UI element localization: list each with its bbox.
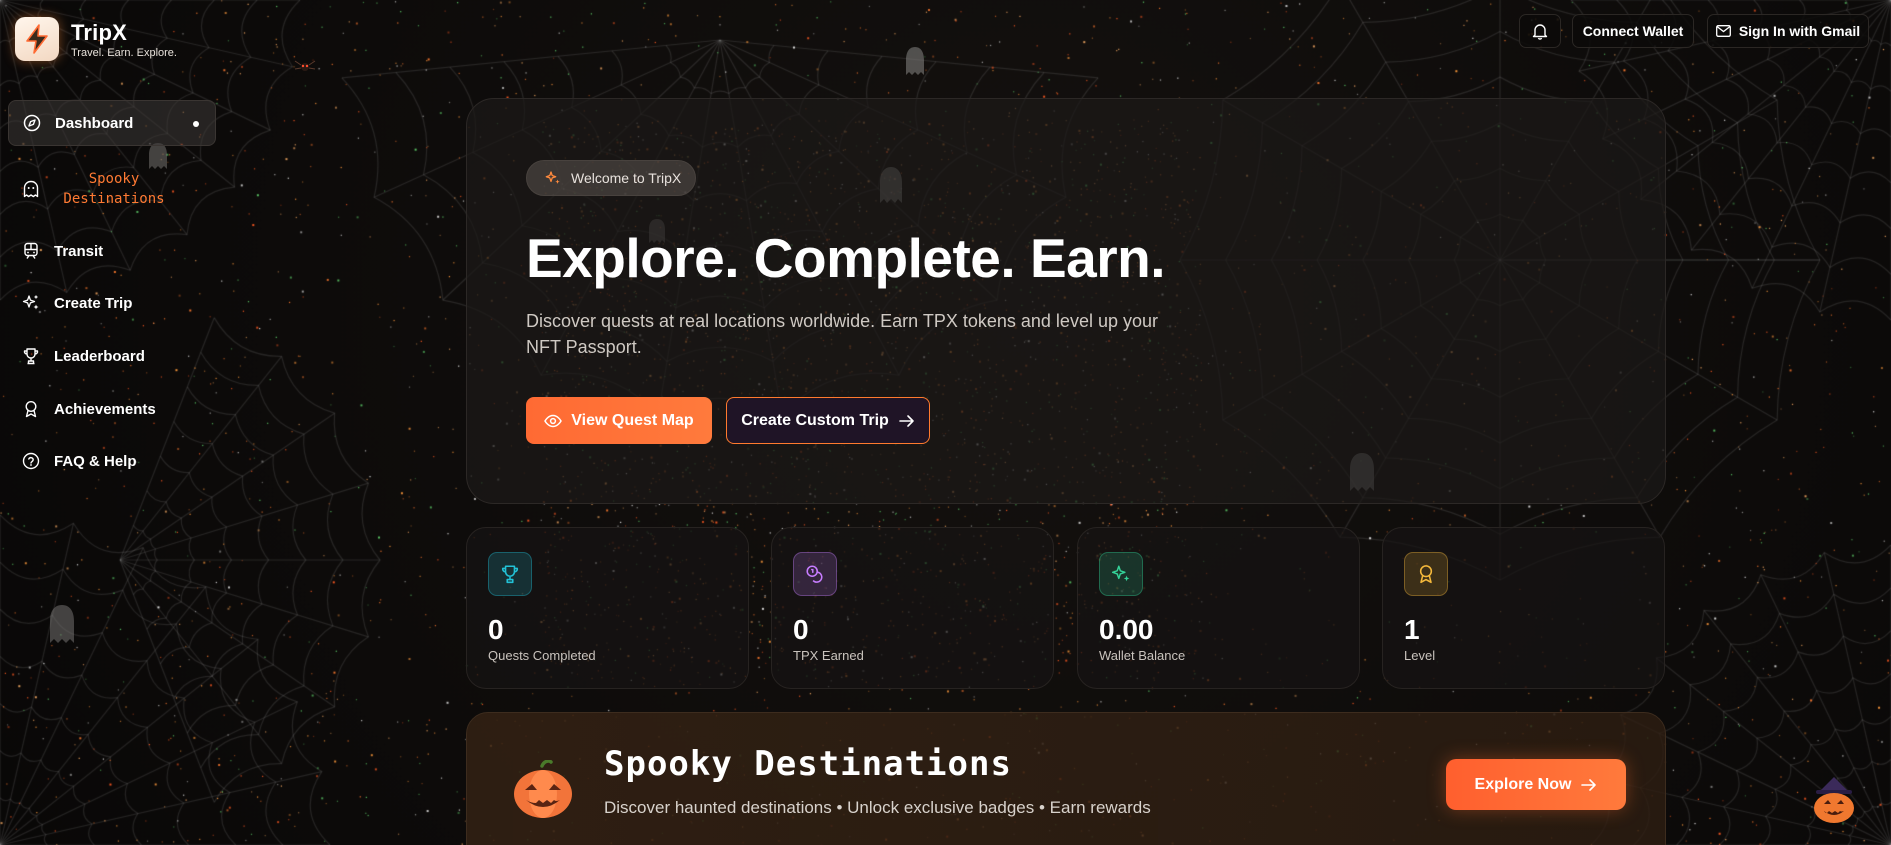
- sidebar-item-label: Achievements: [54, 400, 156, 418]
- award-icon: [1419, 565, 1433, 584]
- sidebar-item-leaderboard[interactable]: Leaderboard: [8, 333, 216, 379]
- stat-card-quests-completed: 0 Quests Completed: [466, 527, 749, 689]
- stat-value: 1: [1404, 614, 1420, 645]
- stat-value: 0.00: [1099, 614, 1154, 645]
- hero-title: Explore. Complete. Earn.: [526, 227, 1166, 289]
- hero-subtitle: Discover quests at real locations worldw…: [526, 311, 1158, 357]
- sidebar-item-label: Spooky Destinations: [63, 171, 165, 207]
- sign-in-label: Sign In with Gmail: [1738, 23, 1861, 39]
- welcome-badge: Welcome to TripX: [526, 160, 697, 196]
- stat-value: 0: [488, 614, 504, 645]
- stat-icon-box: [1404, 552, 1448, 596]
- help-circle-icon: [22, 452, 40, 470]
- sparkles-icon: [545, 171, 560, 184]
- sidebar-item-label: FAQ & Help: [54, 452, 137, 470]
- view-quest-map-button[interactable]: View Quest Map: [526, 397, 712, 444]
- notifications-button[interactable]: [1519, 14, 1561, 48]
- sidebar-item-label: Leaderboard: [54, 347, 145, 365]
- brand: TripX Travel. Earn. Explore.: [71, 20, 177, 59]
- train-icon: [24, 242, 38, 259]
- ghost-decoration-icon: [50, 605, 74, 643]
- sparkles-icon: [22, 295, 39, 310]
- stat-value: 0: [793, 614, 809, 645]
- create-custom-trip-button[interactable]: Create Custom Trip: [726, 397, 930, 444]
- spooky-banner-subtitle: Discover haunted destinations • Unlock e…: [604, 798, 1151, 817]
- lightning-bolt-icon: [26, 24, 48, 54]
- award-icon: [25, 400, 37, 418]
- active-indicator-dot: [193, 121, 199, 127]
- stat-label: Level: [1404, 648, 1436, 663]
- stat-card-level: 1 Level: [1382, 527, 1665, 689]
- eye-icon: [544, 414, 563, 427]
- trophy-icon: [501, 565, 519, 584]
- explore-now-button[interactable]: Explore Now: [1446, 759, 1626, 810]
- sidebar-item-faq-help[interactable]: FAQ & Help: [8, 438, 216, 484]
- welcome-badge-label: Welcome to TripX: [571, 170, 682, 186]
- arrow-right-icon: [1581, 778, 1597, 791]
- sign-in-gmail-button[interactable]: Sign In with Gmail: [1707, 14, 1869, 48]
- sidebar-item-label: Dashboard: [55, 114, 134, 132]
- explore-now-label: Explore Now: [1474, 775, 1572, 793]
- pumpkin-icon: [514, 760, 572, 818]
- brand-tagline: Travel. Earn. Explore.: [71, 47, 177, 59]
- mail-icon: [1715, 25, 1731, 37]
- view-quest-map-label: View Quest Map: [571, 411, 694, 429]
- pumpkin-witch-mascot-icon[interactable]: [1811, 776, 1857, 824]
- sidebar-item-label: Transit: [54, 242, 104, 260]
- sidebar-item-spooky-destinations[interactable]: Spooky Destinations: [8, 164, 216, 214]
- ghost-icon: [23, 180, 39, 198]
- stat-icon-box: [1099, 552, 1143, 596]
- stat-label: TPX Earned: [793, 648, 864, 663]
- tripx-logo[interactable]: [15, 17, 59, 61]
- coins-icon: [806, 565, 823, 583]
- create-custom-trip-label: Create Custom Trip: [741, 411, 889, 429]
- spooky-banner-title: Spooky Destinations: [604, 744, 1012, 784]
- stat-icon-box: [488, 552, 532, 596]
- sidebar-item-create-trip[interactable]: Create Trip: [8, 280, 216, 326]
- stat-label: Wallet Balance: [1099, 648, 1186, 663]
- ghost-decoration-icon: [906, 47, 924, 75]
- bell-icon: [1532, 23, 1548, 40]
- brand-name: TripX: [71, 20, 128, 45]
- sidebar-item-dashboard[interactable]: Dashboard: [8, 100, 216, 146]
- connect-wallet-button[interactable]: Connect Wallet: [1572, 14, 1694, 48]
- stat-card-tpx-earned: 0 TPX Earned: [771, 527, 1054, 689]
- trophy-icon: [23, 348, 39, 365]
- sidebar-item-transit[interactable]: Transit: [8, 228, 216, 274]
- stat-card-wallet-balance: 0.00 Wallet Balance: [1077, 527, 1360, 689]
- compass-icon: [23, 114, 41, 132]
- arrow-right-icon: [898, 414, 914, 427]
- sidebar-item-label: Create Trip: [54, 294, 133, 312]
- stat-icon-box: [793, 552, 837, 596]
- spider-decoration-icon: [294, 60, 316, 71]
- sidebar-item-achievements[interactable]: Achievements: [8, 386, 216, 432]
- connect-wallet-label: Connect Wallet: [1582, 23, 1684, 39]
- stat-label: Quests Completed: [488, 648, 596, 663]
- sparkles-icon: [1111, 565, 1130, 582]
